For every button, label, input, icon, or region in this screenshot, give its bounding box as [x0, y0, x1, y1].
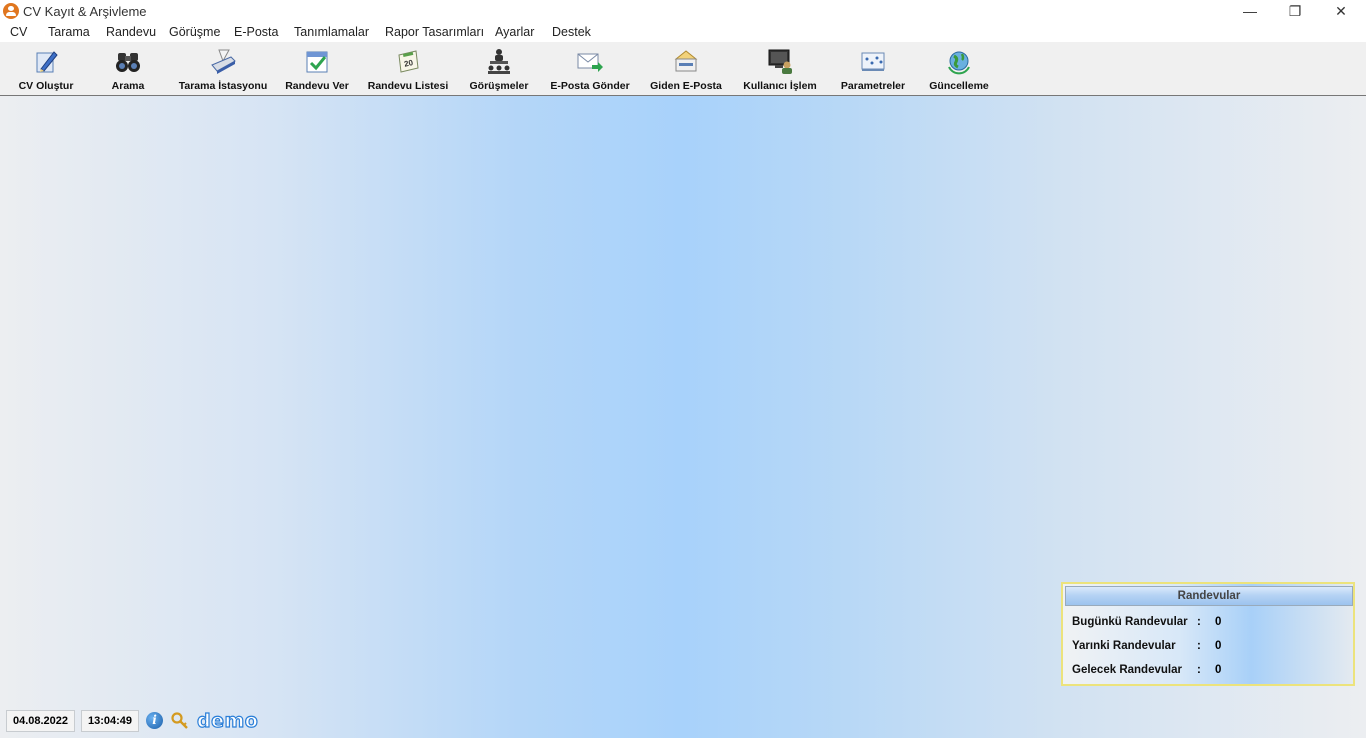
scanner-icon	[209, 47, 237, 75]
binoculars-icon	[114, 47, 142, 75]
menu-tanimlamalar[interactable]: Tanımlamalar	[294, 25, 369, 39]
app-icon	[3, 3, 19, 19]
user-computer-icon	[766, 47, 794, 75]
info-icon[interactable]: i	[146, 712, 163, 729]
tomorrow-appointments-sep: :	[1197, 640, 1201, 652]
menu-bar: CV Tarama Randevu Görüşme E-Posta Tanıml…	[0, 22, 1366, 42]
menu-randevu[interactable]: Randevu	[106, 25, 156, 39]
today-appointments-sep: :	[1197, 616, 1201, 628]
eposta-gonder-label: E-Posta Gönder	[550, 80, 630, 92]
calendar-list-icon: 20	[394, 47, 422, 75]
menu-rapor-tasarimlari[interactable]: Rapor Tasarımları	[385, 25, 484, 39]
future-appointments-sep: :	[1197, 664, 1201, 676]
arama-label: Arama	[111, 80, 145, 92]
menu-destek[interactable]: Destek	[552, 25, 591, 39]
appointments-panel-title: Randevular	[1065, 586, 1353, 606]
kullanici-islem-label: Kullanıcı İşlem	[743, 80, 817, 92]
minimize-button[interactable]: —	[1227, 0, 1273, 22]
parameters-icon	[859, 47, 887, 75]
menu-ayarlar[interactable]: Ayarlar	[495, 25, 534, 39]
window-title: CV Kayıt & Arşivleme	[23, 4, 147, 19]
cv-olustur-button[interactable]: CV Oluştur	[16, 42, 76, 95]
eposta-gonder-button[interactable]: E-Posta Gönder	[549, 42, 631, 95]
randevu-listesi-label: Randevu Listesi	[367, 80, 449, 92]
guncelleme-label: Güncelleme	[929, 80, 989, 92]
giden-eposta-button[interactable]: Giden E-Posta	[650, 42, 722, 95]
guncelleme-button[interactable]: Güncelleme	[928, 42, 990, 95]
tarama-istasyonu-label: Tarama İstasyonu	[178, 80, 268, 92]
future-appointments-count: 0	[1215, 664, 1222, 676]
close-button[interactable]: ✕	[1318, 0, 1364, 22]
tomorrow-appointments-label: Yarınki Randevular	[1072, 640, 1176, 652]
status-time: 13:04:49	[81, 710, 139, 732]
status-date: 04.08.2022	[6, 710, 75, 732]
tarama-istasyonu-button[interactable]: Tarama İstasyonu	[176, 42, 270, 95]
mail-send-icon	[576, 47, 604, 75]
calendar-check-icon	[303, 47, 331, 75]
meeting-icon	[485, 47, 513, 75]
arama-button[interactable]: Arama	[106, 42, 150, 95]
mail-outbox-icon	[672, 47, 700, 75]
kullanici-islem-button[interactable]: Kullanıcı İşlem	[741, 42, 819, 95]
randevu-ver-button[interactable]: Randevu Ver	[284, 42, 350, 95]
demo-logo: demo	[196, 709, 259, 732]
parametreler-label: Parametreler	[840, 80, 906, 92]
menu-tarama[interactable]: Tarama	[48, 25, 90, 39]
today-appointments-label: Bugünkü Randevular	[1072, 616, 1188, 628]
key-icon[interactable]	[171, 712, 189, 730]
parametreler-button[interactable]: Parametreler	[838, 42, 908, 95]
randevu-listesi-button[interactable]: 20 Randevu Listesi	[368, 42, 448, 95]
giden-eposta-label: Giden E-Posta	[650, 80, 722, 92]
restore-button[interactable]: ❐	[1272, 0, 1318, 22]
menu-gorusme[interactable]: Görüşme	[169, 25, 220, 39]
randevu-ver-label: Randevu Ver	[285, 80, 349, 92]
tomorrow-appointments-count: 0	[1215, 640, 1222, 652]
cv-olustur-label: CV Oluştur	[18, 80, 74, 92]
pencil-doc-icon	[32, 47, 60, 75]
gorusmeler-button[interactable]: Görüşmeler	[469, 42, 529, 95]
today-appointments-count: 0	[1215, 616, 1222, 628]
gorusmeler-label: Görüşmeler	[469, 80, 529, 92]
globe-update-icon	[945, 47, 973, 75]
appointments-panel: Randevular Bugünkü Randevular : 0 Yarınk…	[1061, 582, 1355, 686]
future-appointments-label: Gelecek Randevular	[1072, 664, 1182, 676]
title-bar: CV Kayıt & Arşivleme — ❐ ✕	[0, 0, 1366, 22]
menu-cv[interactable]: CV	[10, 25, 27, 39]
toolbar: CV Oluştur Arama Tarama İstasyonu Randev…	[0, 42, 1366, 96]
menu-eposta[interactable]: E-Posta	[234, 25, 278, 39]
